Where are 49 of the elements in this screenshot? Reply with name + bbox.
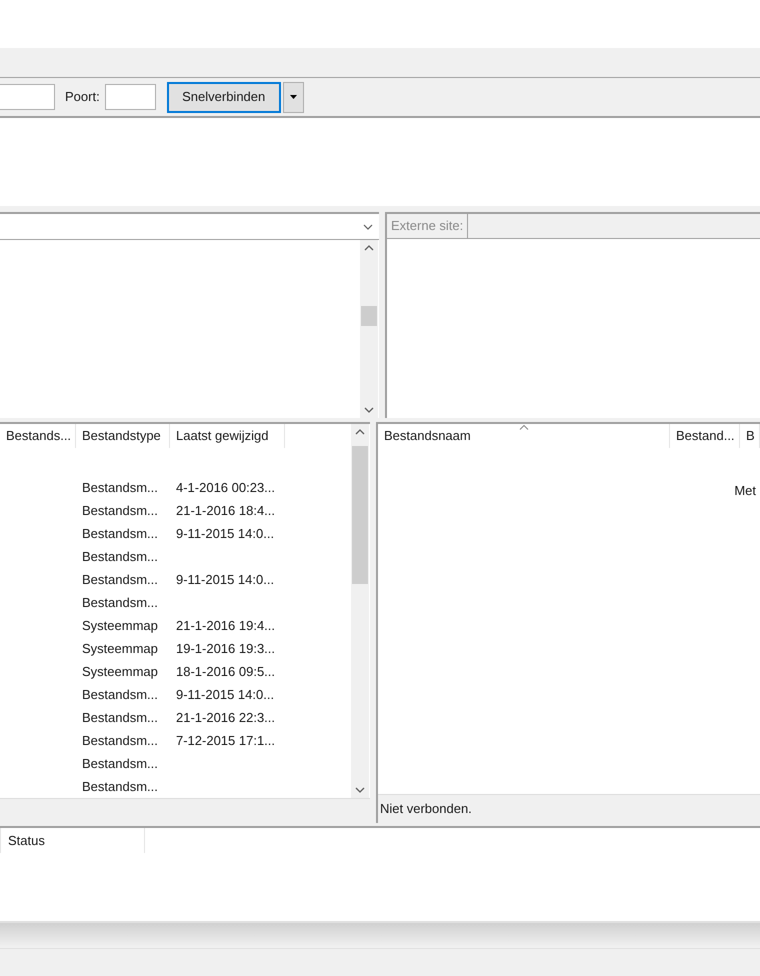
scroll-down-icon[interactable] bbox=[355, 787, 366, 793]
column-header[interactable]: Bestands... bbox=[0, 424, 76, 448]
caret-icon bbox=[290, 95, 297, 99]
scroll-down-icon[interactable] bbox=[364, 407, 374, 413]
scrollbar[interactable] bbox=[351, 424, 370, 798]
table-cell-text: Bestandsm... bbox=[81, 524, 159, 543]
table-cell-text: 7-12-2015 17:1... bbox=[175, 732, 276, 750]
table-cell-text: Bestandsm... bbox=[81, 548, 159, 566]
scrollbar-thumb[interactable] bbox=[352, 446, 368, 584]
connection-status: Niet verbonden. bbox=[380, 800, 472, 818]
table-cell-text: Bestandsm... bbox=[81, 708, 159, 727]
chevron-down-icon bbox=[363, 224, 373, 230]
port-label: Poort: bbox=[65, 88, 100, 106]
column-header[interactable]: B bbox=[740, 424, 760, 448]
table-cell-text: 21-1-2016 22:3... bbox=[175, 708, 276, 727]
table-cell-text: Bestandsm... bbox=[81, 754, 159, 773]
table-cell-text: 9-11-2015 14:0... bbox=[175, 524, 276, 543]
table-cell-text: 18-1-2016 09:5... bbox=[175, 662, 276, 681]
scroll-up-icon[interactable] bbox=[355, 429, 366, 435]
port-field[interactable] bbox=[104, 84, 156, 110]
table-cell-text: Bestandsm... bbox=[81, 478, 159, 497]
table-cell-text: Bestandsm... bbox=[81, 686, 159, 704]
table-cell-text: 21-1-2016 19:4... bbox=[175, 616, 276, 635]
remote-list-message: Met bbox=[734, 482, 756, 500]
column-header[interactable]: Bestandsnaam bbox=[378, 424, 670, 448]
column-header[interactable]: Status bbox=[0, 828, 145, 853]
sort-ascending-icon bbox=[519, 425, 529, 430]
table-cell-text: Systeemmap bbox=[81, 662, 159, 681]
table-cell-text: Bestandsm... bbox=[81, 594, 159, 612]
table-cell-text: 21-1-2016 18:4... bbox=[175, 502, 276, 520]
table-cell-text: Bestandsm... bbox=[81, 502, 159, 520]
table-cell-text: 9-11-2015 14:0... bbox=[175, 570, 276, 589]
table-cell-text: Bestandsm... bbox=[81, 732, 159, 750]
table-cell-text: 4-1-2016 00:23... bbox=[175, 478, 276, 497]
dropdown-button[interactable] bbox=[282, 82, 304, 112]
table-cell-text: Bestandsm... bbox=[81, 570, 159, 589]
table-cell-text: 9-11-2015 14:0... bbox=[175, 686, 276, 704]
table-cell-text: Bestandsm... bbox=[81, 778, 159, 796]
column-header[interactable]: Laatst gewijzigd bbox=[170, 424, 285, 448]
table-cell-text: 19-1-2016 19:3... bbox=[175, 640, 276, 658]
table-cell-text: Systeemmap bbox=[81, 640, 159, 658]
column-header[interactable]: Bestandstype bbox=[76, 424, 170, 448]
host-field[interactable] bbox=[0, 84, 55, 110]
column-header[interactable]: Bestand... bbox=[670, 424, 740, 448]
scrollbar[interactable] bbox=[360, 240, 378, 418]
table-cell-text: Systeemmap bbox=[81, 616, 159, 635]
quickconnect-button[interactable]: Snelverbinden bbox=[166, 82, 281, 112]
scrollbar-thumb[interactable] bbox=[361, 306, 377, 326]
scroll-up-icon[interactable] bbox=[364, 245, 374, 251]
